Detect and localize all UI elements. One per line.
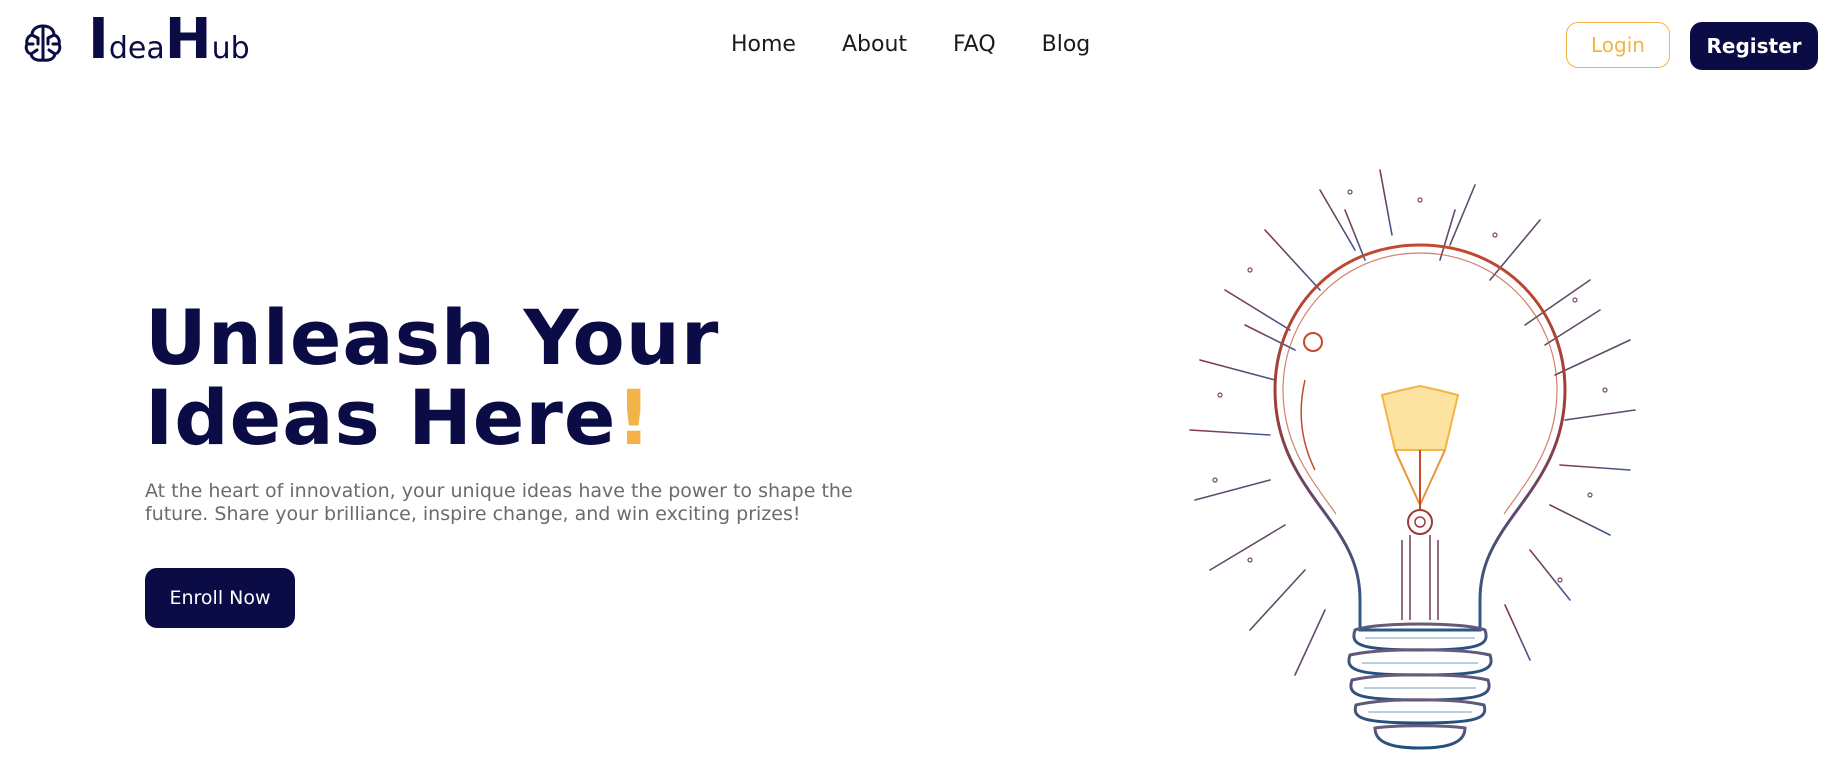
hero-title-line1: Unleash Your [145, 293, 720, 382]
nav-faq[interactable]: FAQ [953, 28, 996, 62]
nav-home[interactable]: Home [731, 28, 796, 62]
page: IdeaHub Home About FAQ Blog Login Regist… [0, 0, 1827, 784]
header: IdeaHub Home About FAQ Blog Login Regist… [0, 0, 1827, 90]
hero-description: At the heart of innovation, your unique … [145, 480, 853, 525]
hero-title-line2: Ideas Here [145, 373, 617, 462]
brand-letter-h: H [164, 7, 212, 72]
register-button[interactable]: Register [1690, 22, 1818, 70]
lightbulb-icon [1189, 169, 1636, 750]
brain-circuit-icon [24, 24, 62, 62]
login-button[interactable]: Login [1566, 22, 1670, 68]
brand-name: IdeaHub [88, 10, 250, 79]
hero-title-accent: ! [616, 373, 653, 462]
brand-text-ub: ub [211, 31, 250, 66]
hero-title: Unleash Your Ideas Here! [145, 298, 845, 458]
nav-about[interactable]: About [842, 28, 907, 62]
nav-blog[interactable]: Blog [1042, 28, 1091, 62]
brand-letter-i: I [88, 7, 109, 72]
lightbulb-illustration [1120, 150, 1640, 760]
enroll-now-button[interactable]: Enroll Now [145, 568, 295, 628]
brand-text-dea: dea [108, 31, 165, 66]
main-nav: Home About FAQ Blog [731, 28, 1090, 62]
